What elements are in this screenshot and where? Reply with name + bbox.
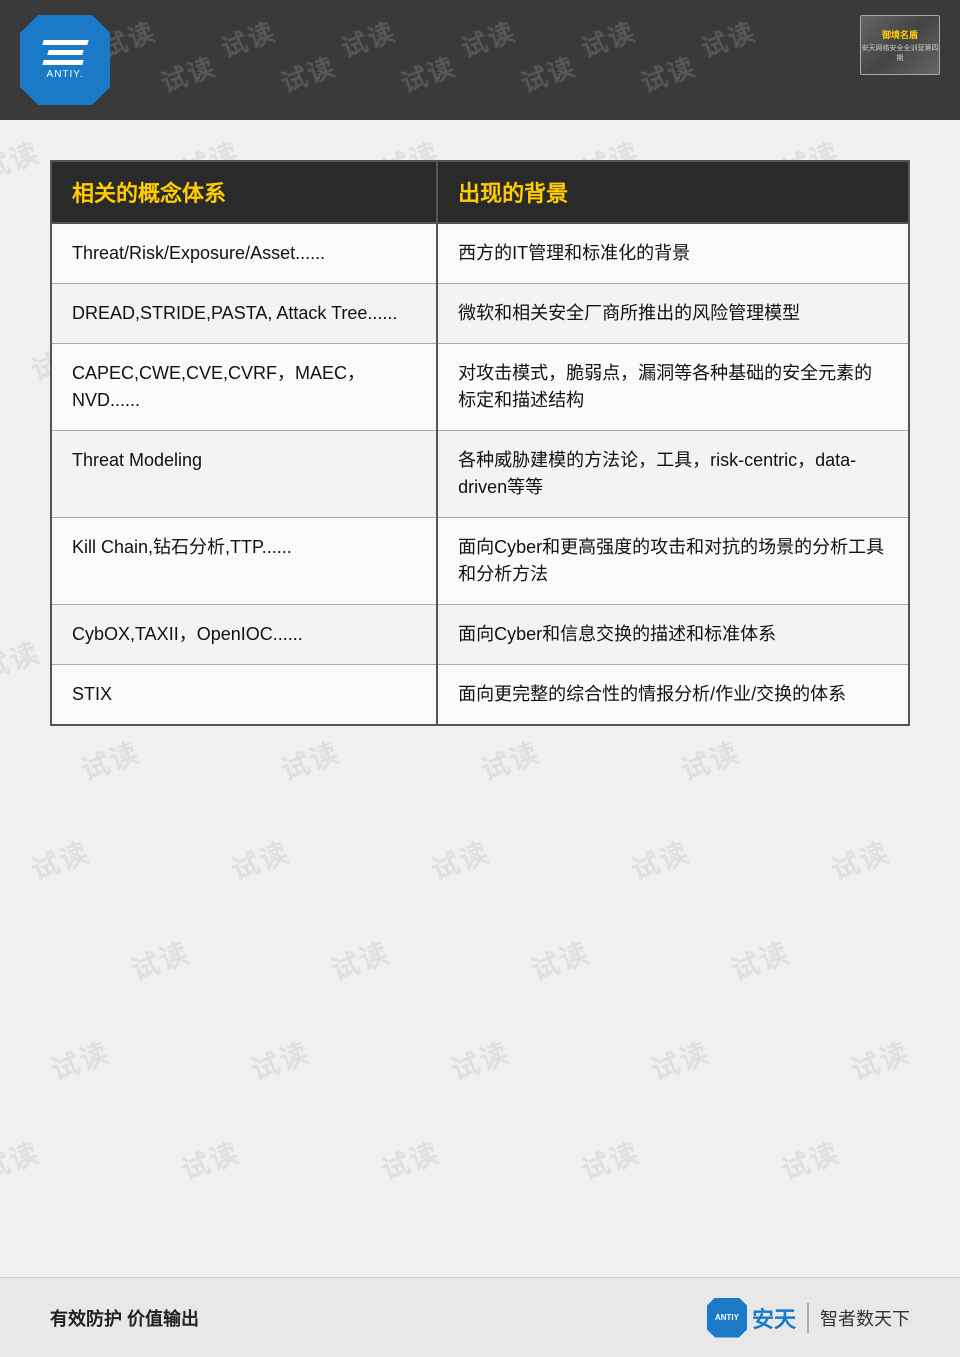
footer-brand-sub: 智者数天下 bbox=[820, 1305, 910, 1331]
logo-line-2 bbox=[47, 50, 83, 55]
watermark: 试读 bbox=[725, 931, 795, 989]
table-row: DREAD,STRIDE,PASTA, Attack Tree......微软和… bbox=[51, 284, 909, 344]
footer: 有效防护 价值输出 ANTIY 安天 智者数天下 bbox=[0, 1277, 960, 1357]
concepts-table: 相关的概念体系 出现的背景 Threat/Risk/Exposure/Asset… bbox=[50, 160, 910, 726]
table-row: Threat Modeling各种威胁建模的方法论，工具，risk-centri… bbox=[51, 431, 909, 518]
table-cell-background: 面向Cyber和信息交换的描述和标准体系 bbox=[437, 605, 909, 665]
watermark: 试读 bbox=[45, 1031, 115, 1089]
col1-header: 相关的概念体系 bbox=[51, 161, 437, 223]
logo-lines bbox=[43, 40, 88, 65]
footer-brand-main: 安天 bbox=[752, 1307, 796, 1332]
top-right-brand-name: 御境名盾 bbox=[882, 28, 918, 41]
watermark: 试读 bbox=[395, 47, 460, 101]
watermark: 试读 bbox=[525, 931, 595, 989]
table-cell-background: 西方的IT管理和标准化的背景 bbox=[437, 223, 909, 284]
top-right-logo: 御境名盾 安天网络安全全训营第四期 bbox=[860, 15, 940, 75]
header-watermarks: 试读 试读 试读 试读 试读 试读 试读 试读 试读 试读 试读 bbox=[0, 0, 960, 120]
watermark: 试读 bbox=[25, 831, 95, 889]
table-cell-background: 面向Cyber和更高强度的攻击和对抗的场景的分析工具和分析方法 bbox=[437, 518, 909, 605]
footer-brand-name: 安天 bbox=[752, 1302, 796, 1334]
watermark: 试读 bbox=[335, 12, 400, 66]
watermark: 试读 bbox=[325, 931, 395, 989]
watermark: 试读 bbox=[575, 1131, 645, 1189]
watermark: 试读 bbox=[845, 1031, 915, 1089]
watermark: 试读 bbox=[155, 47, 220, 101]
watermark: 试读 bbox=[635, 47, 700, 101]
table-row: Kill Chain,钻石分析,TTP......面向Cyber和更高强度的攻击… bbox=[51, 518, 909, 605]
watermark: 试读 bbox=[455, 12, 520, 66]
watermark: 试读 bbox=[125, 931, 195, 989]
top-right-brand-img: 御境名盾 安天网络安全全训营第四期 bbox=[860, 15, 940, 75]
table-cell-concept: Kill Chain,钻石分析,TTP...... bbox=[51, 518, 437, 605]
table-cell-concept: DREAD,STRIDE,PASTA, Attack Tree...... bbox=[51, 284, 437, 344]
col2-header: 出现的背景 bbox=[437, 161, 909, 223]
table-cell-background: 面向更完整的综合性的情报分析/作业/交换的体系 bbox=[437, 665, 909, 726]
table-cell-concept: Threat/Risk/Exposure/Asset...... bbox=[51, 223, 437, 284]
watermark: 试读 bbox=[515, 47, 580, 101]
header: 试读 试读 试读 试读 试读 试读 试读 试读 试读 试读 试读 ANTIY. … bbox=[0, 0, 960, 120]
footer-left-text: 有效防护 价值输出 bbox=[50, 1305, 199, 1331]
watermark: 试读 bbox=[695, 12, 760, 66]
table-cell-background: 微软和相关安全厂商所推出的风险管理模型 bbox=[437, 284, 909, 344]
watermark: 试读 bbox=[575, 12, 640, 66]
top-right-sub-text: 安天网络安全全训营第四期 bbox=[861, 43, 939, 63]
watermark: 试读 bbox=[245, 1031, 315, 1089]
footer-right: ANTIY 安天 智者数天下 bbox=[707, 1298, 910, 1338]
footer-icon-text: ANTIY bbox=[715, 1313, 739, 1322]
table-cell-concept: CybOX,TAXII，OpenIOC...... bbox=[51, 605, 437, 665]
watermark: 试读 bbox=[215, 12, 280, 66]
table-row: STIX面向更完整的综合性的情报分析/作业/交换的体系 bbox=[51, 665, 909, 726]
watermark: 试读 bbox=[425, 831, 495, 889]
logo-line-1 bbox=[42, 40, 88, 45]
footer-icon: ANTIY bbox=[707, 1298, 747, 1338]
watermark: 试读 bbox=[225, 831, 295, 889]
watermark: 试读 bbox=[445, 1031, 515, 1089]
watermark: 试读 bbox=[825, 831, 895, 889]
footer-logo: ANTIY 安天 智者数天下 bbox=[707, 1298, 910, 1338]
watermark: 试读 bbox=[645, 1031, 715, 1089]
logo-line-3 bbox=[42, 60, 83, 65]
table-cell-concept: STIX bbox=[51, 665, 437, 726]
watermark: 试读 bbox=[375, 1131, 445, 1189]
watermark: 试读 bbox=[625, 831, 695, 889]
main-content: 相关的概念体系 出现的背景 Threat/Risk/Exposure/Asset… bbox=[0, 120, 960, 756]
table-cell-background: 对攻击模式，脆弱点，漏洞等各种基础的安全元素的标定和描述结构 bbox=[437, 344, 909, 431]
table-cell-concept: CAPEC,CWE,CVE,CVRF，MAEC，NVD...... bbox=[51, 344, 437, 431]
logo: ANTIY. bbox=[20, 15, 110, 105]
watermark: 试读 bbox=[175, 1131, 245, 1189]
watermark: 试读 bbox=[775, 1131, 845, 1189]
table-row: CybOX,TAXII，OpenIOC......面向Cyber和信息交换的描述… bbox=[51, 605, 909, 665]
table-row: Threat/Risk/Exposure/Asset......西方的IT管理和… bbox=[51, 223, 909, 284]
watermark: 试读 bbox=[0, 1131, 45, 1189]
table-cell-background: 各种威胁建模的方法论，工具，risk-centric，data-driven等等 bbox=[437, 431, 909, 518]
footer-divider bbox=[807, 1303, 809, 1333]
table-cell-concept: Threat Modeling bbox=[51, 431, 437, 518]
logo-text: ANTIY. bbox=[47, 69, 84, 80]
table-row: CAPEC,CWE,CVE,CVRF，MAEC，NVD......对攻击模式，脆… bbox=[51, 344, 909, 431]
watermark: 试读 bbox=[275, 47, 340, 101]
